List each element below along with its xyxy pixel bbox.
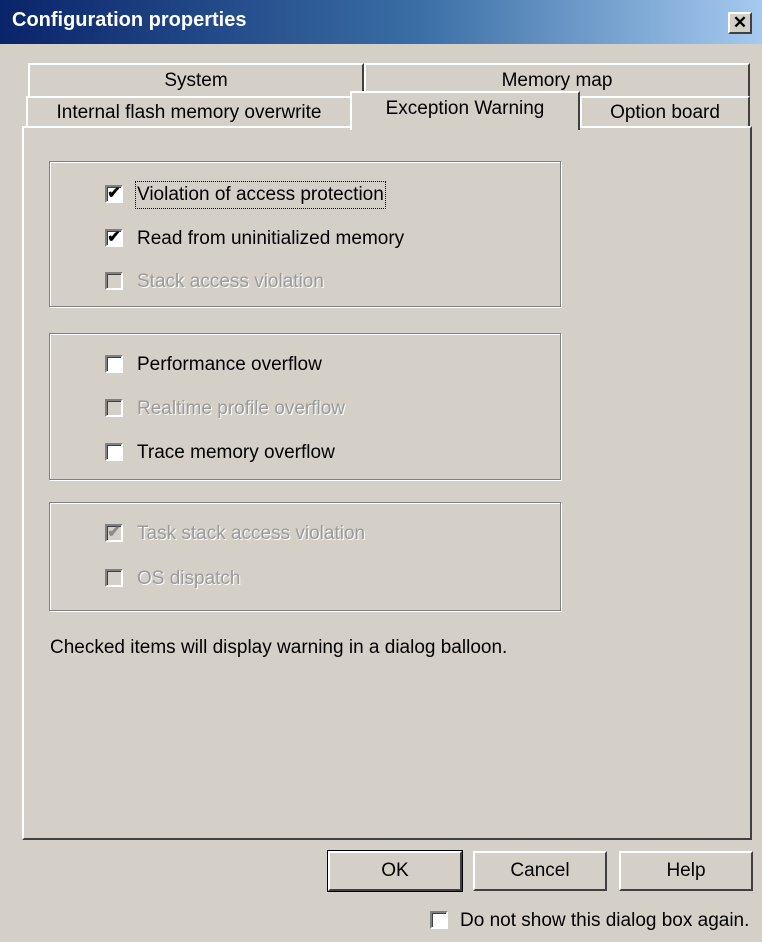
task-stack-access-violation-checkbox: ✔: [105, 524, 123, 542]
performance-overflow-label: Performance overflow: [137, 354, 322, 375]
tab-system[interactable]: System: [28, 63, 364, 97]
group-overflow-warnings: Performance overflow Realtime profile ov…: [49, 333, 561, 480]
window-title: Configuration properties: [12, 9, 247, 31]
violation-of-access-protection-label: Violation of access protection: [135, 181, 386, 209]
tab-exception-warning[interactable]: Exception Warning: [350, 91, 580, 130]
stack-access-violation-label: Stack access violation: [137, 271, 324, 292]
read-from-uninitialized-memory-label: Read from uninitialized memory: [137, 228, 405, 249]
tab-memory-map-label: Memory map: [501, 70, 613, 91]
stack-access-violation-checkbox: [105, 272, 123, 290]
performance-overflow-checkbox[interactable]: [105, 355, 123, 373]
os-dispatch-checkbox: [105, 569, 123, 587]
info-note: Checked items will display warning in a …: [50, 637, 508, 658]
tab-system-label: System: [164, 70, 228, 91]
tab-internal-flash-memory-overwrite[interactable]: Internal flash memory overwrite: [26, 96, 352, 128]
ok-button[interactable]: OK: [327, 850, 463, 892]
read-from-uninitialized-memory-checkbox[interactable]: ✔: [105, 229, 123, 247]
realtime-profile-overflow-label: Realtime profile overflow: [137, 398, 346, 419]
group-os-warnings: ✔ Task stack access violation OS dispatc…: [49, 502, 561, 611]
realtime-profile-overflow-checkbox: [105, 399, 123, 417]
task-stack-access-violation-label: Task stack access violation: [137, 523, 366, 544]
tab-option-board[interactable]: Option board: [580, 96, 750, 128]
title-bar: Configuration properties ✕: [0, 0, 762, 44]
tab-option-board-label: Option board: [610, 102, 720, 123]
tab-internal-flash-label: Internal flash memory overwrite: [56, 102, 322, 123]
trace-memory-overflow-checkbox[interactable]: [105, 443, 123, 461]
cancel-button[interactable]: Cancel: [473, 851, 607, 891]
close-icon[interactable]: ✕: [728, 12, 752, 34]
violation-of-access-protection-checkbox[interactable]: ✔: [105, 185, 123, 203]
tab-exception-warning-label: Exception Warning: [385, 98, 545, 119]
help-button[interactable]: Help: [619, 851, 753, 891]
os-dispatch-label: OS dispatch: [137, 568, 241, 589]
trace-memory-overflow-label: Trace memory overflow: [137, 442, 335, 463]
group-access-warnings: ✔ Violation of access protection ✔ Read …: [49, 161, 561, 307]
dont-show-again-checkbox[interactable]: [430, 911, 448, 929]
dont-show-again-label: Do not show this dialog box again.: [460, 910, 750, 931]
